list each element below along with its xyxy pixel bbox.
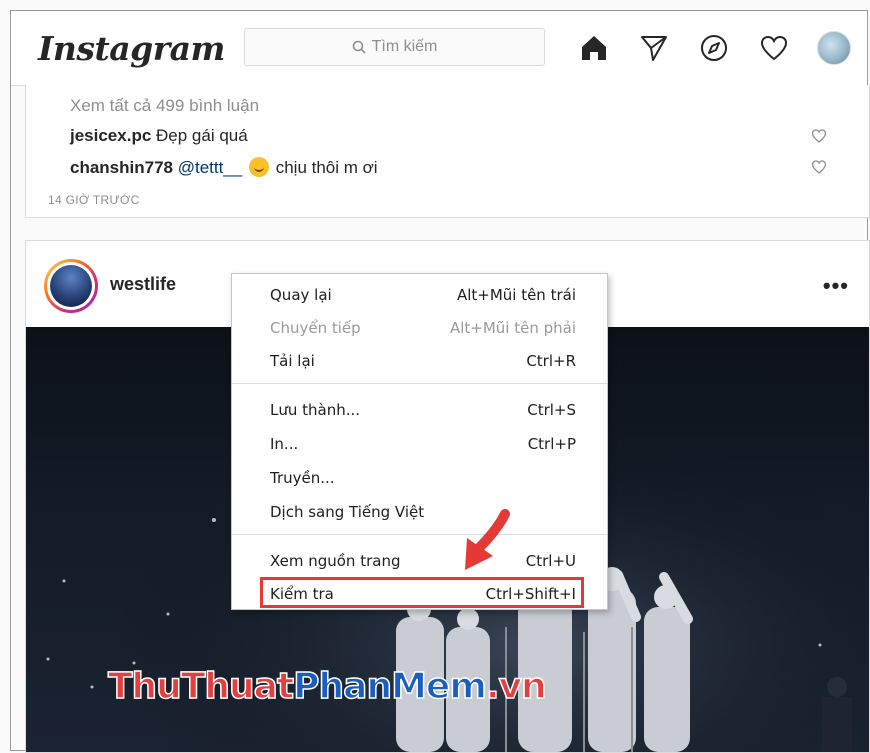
menu-item-cast[interactable]: Truyền...: [232, 463, 607, 493]
send-icon[interactable]: [637, 31, 671, 65]
instagram-logo[interactable]: Instagram: [38, 29, 225, 68]
post-avatar[interactable]: [44, 259, 98, 313]
comment-username[interactable]: jesicex.pc: [70, 126, 151, 145]
post-username[interactable]: westlife: [110, 274, 176, 295]
red-arrow-icon: [465, 509, 510, 570]
menu-item-view-source[interactable]: Xem nguồn trang Ctrl+U: [232, 546, 607, 576]
comment: chanshin778 @tettt__ chịu thôi m ơi: [70, 157, 378, 178]
menu-item-forward: Chuyển tiếp Alt+Mũi tên phải: [270, 319, 576, 337]
search-placeholder: Tìm kiếm: [371, 38, 438, 55]
menu-item-reload[interactable]: Tải lại Ctrl+R: [232, 346, 607, 376]
like-comment-heart-icon[interactable]: [811, 159, 827, 175]
mention-link[interactable]: @tettt__: [178, 158, 243, 177]
home-icon[interactable]: [577, 31, 611, 65]
menu-item-back[interactable]: Quay lại Alt+Mũi tên trái: [232, 280, 607, 310]
search-input[interactable]: Tìm kiếm: [244, 28, 545, 66]
menu-item-translate[interactable]: Dịch sang Tiếng Việt: [232, 497, 607, 527]
view-all-comments-link[interactable]: Xem tất cả 499 bình luận: [70, 96, 259, 116]
comment-text: chịu thôi m ơi: [275, 158, 378, 177]
comment: jesicex.pc Đẹp gái quá: [70, 126, 248, 146]
watermark-logo: ThuThuatPhanMem.vn: [107, 665, 547, 708]
top-navbar: Instagram Tìm kiếm: [11, 11, 867, 86]
menu-separator: [232, 383, 607, 384]
menu-item-print[interactable]: In... Ctrl+P: [232, 429, 607, 459]
comment-text: Đẹp gái quá: [156, 126, 248, 145]
previous-post-footer: Xem tất cả 499 bình luận jesicex.pc Đẹp …: [25, 85, 870, 218]
more-options-icon[interactable]: •••: [823, 273, 849, 299]
context-menu: Quay lại Alt+Mũi tên trái Chuyển tiếp Al…: [231, 273, 608, 610]
inspect-highlight-box: [260, 577, 584, 608]
explore-icon[interactable]: [697, 31, 731, 65]
comment-username[interactable]: chanshin778: [70, 158, 173, 177]
post-timestamp: 14 GIỜ TRƯỚC: [48, 193, 140, 207]
heart-icon[interactable]: [757, 31, 791, 65]
rofl-emoji-icon: [248, 157, 269, 177]
menu-separator: [232, 534, 607, 535]
profile-avatar[interactable]: [817, 31, 851, 65]
search-icon: [352, 40, 366, 54]
menu-item-save-as[interactable]: Lưu thành... Ctrl+S: [232, 395, 607, 425]
like-comment-heart-icon[interactable]: [811, 128, 827, 144]
